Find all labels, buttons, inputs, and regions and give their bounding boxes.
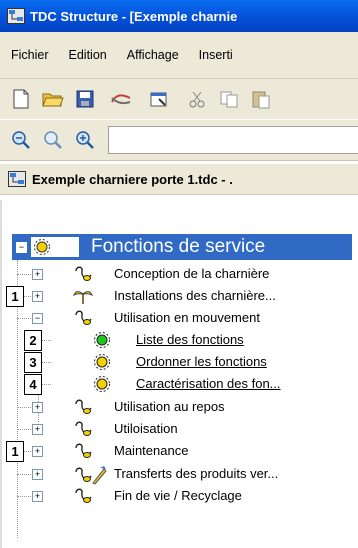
tree-item-label[interactable]: Fin de vie / Recyclage [114,488,242,503]
green-function-icon [93,331,113,349]
tree-root-fonctions-de-service[interactable]: − Fonctions de service [12,234,352,260]
zoom-in-icon[interactable] [74,129,96,151]
app-icon [7,8,25,24]
hook-function-icon [73,309,93,327]
tree-item-label[interactable]: Ordonner les fonctions [136,354,267,369]
paste-icon[interactable] [250,88,272,110]
new-file-icon[interactable] [10,88,32,110]
callout-number: 2 [24,330,42,351]
tree-expand-toggle[interactable]: + [32,491,43,502]
installation-icon [72,287,94,305]
document-icon [8,171,26,187]
zoom-out-icon[interactable] [10,129,32,151]
window-titlebar[interactable]: TDC Structure - [Exemple charnie [0,0,358,32]
tree-expand-toggle[interactable]: + [32,424,43,435]
document-titlebar[interactable]: Exemple charniere porte 1.tdc - . [0,164,358,195]
tree-item-label[interactable]: Utilisation en mouvement [114,310,260,325]
link-icon[interactable] [110,88,132,110]
window-title: TDC Structure - [Exemple charnie [30,8,238,24]
function-group-icon [31,237,79,257]
tree-expand-toggle[interactable]: + [32,291,43,302]
callout-number: 1 [6,441,24,462]
function-tree: − Fonctions de service + Conception de la… [0,200,358,548]
hook-function-icon [73,265,93,283]
collapse-toggle[interactable]: − [16,241,27,253]
tree-expand-toggle[interactable]: + [32,446,43,457]
tree-item-label[interactable]: Liste des fonctions [136,332,244,347]
zoom-level-input[interactable] [108,126,358,154]
tree-expand-toggle[interactable]: + [32,469,43,480]
document-title: Exemple charniere porte 1.tdc - . [32,171,233,187]
standard-toolbar [0,79,358,119]
zoom-toolbar [0,120,358,161]
save-icon[interactable] [74,88,96,110]
hook-function-icon [73,398,93,416]
tree-root-label: Fonctions de service [91,236,266,257]
callout-number: 3 [24,352,42,373]
tree-connector [17,496,31,497]
hook-function-icon [73,487,93,505]
tree-item-label[interactable]: Caractérisation des fon... [136,376,281,391]
tree-item-label[interactable]: Utiloisation [114,421,178,436]
cut-icon[interactable] [186,88,208,110]
open-folder-icon[interactable] [42,88,64,110]
function-icon [93,353,113,371]
tree-connector [17,274,31,275]
hook-function-icon [73,420,93,438]
tree-connector [17,407,31,408]
menu-affichage[interactable]: Affichage [127,48,179,62]
transfer-function-icon [73,465,107,485]
copy-icon[interactable] [218,88,240,110]
zoom-icon[interactable] [42,129,64,151]
tree-item-label[interactable]: Utilisation au repos [114,399,225,414]
callout-number: 1 [6,286,24,307]
tree-item-label[interactable]: Maintenance [114,443,188,458]
tree-item-label[interactable]: Transferts des produits ver... [114,466,278,481]
tree-connector [17,429,31,430]
menu-insertion[interactable]: Inserti [199,48,233,62]
properties-icon[interactable] [148,88,170,110]
tree-expand-toggle[interactable]: + [32,269,43,280]
tree-connector [17,318,31,319]
menu-bar: Fichier Edition Affichage Inserti [0,32,358,79]
menu-edition[interactable]: Edition [69,48,107,62]
function-icon [93,375,113,393]
tree-expand-toggle[interactable]: − [32,313,43,324]
tree-item-label[interactable]: Installations des charnière... [114,288,276,303]
tree-expand-toggle[interactable]: + [32,402,43,413]
menu-fichier[interactable]: Fichier [11,48,49,62]
callout-number: 4 [24,374,42,395]
tree-connector [17,474,31,475]
hook-function-icon [73,442,93,460]
tree-item-label[interactable]: Conception de la charnière [114,266,269,281]
